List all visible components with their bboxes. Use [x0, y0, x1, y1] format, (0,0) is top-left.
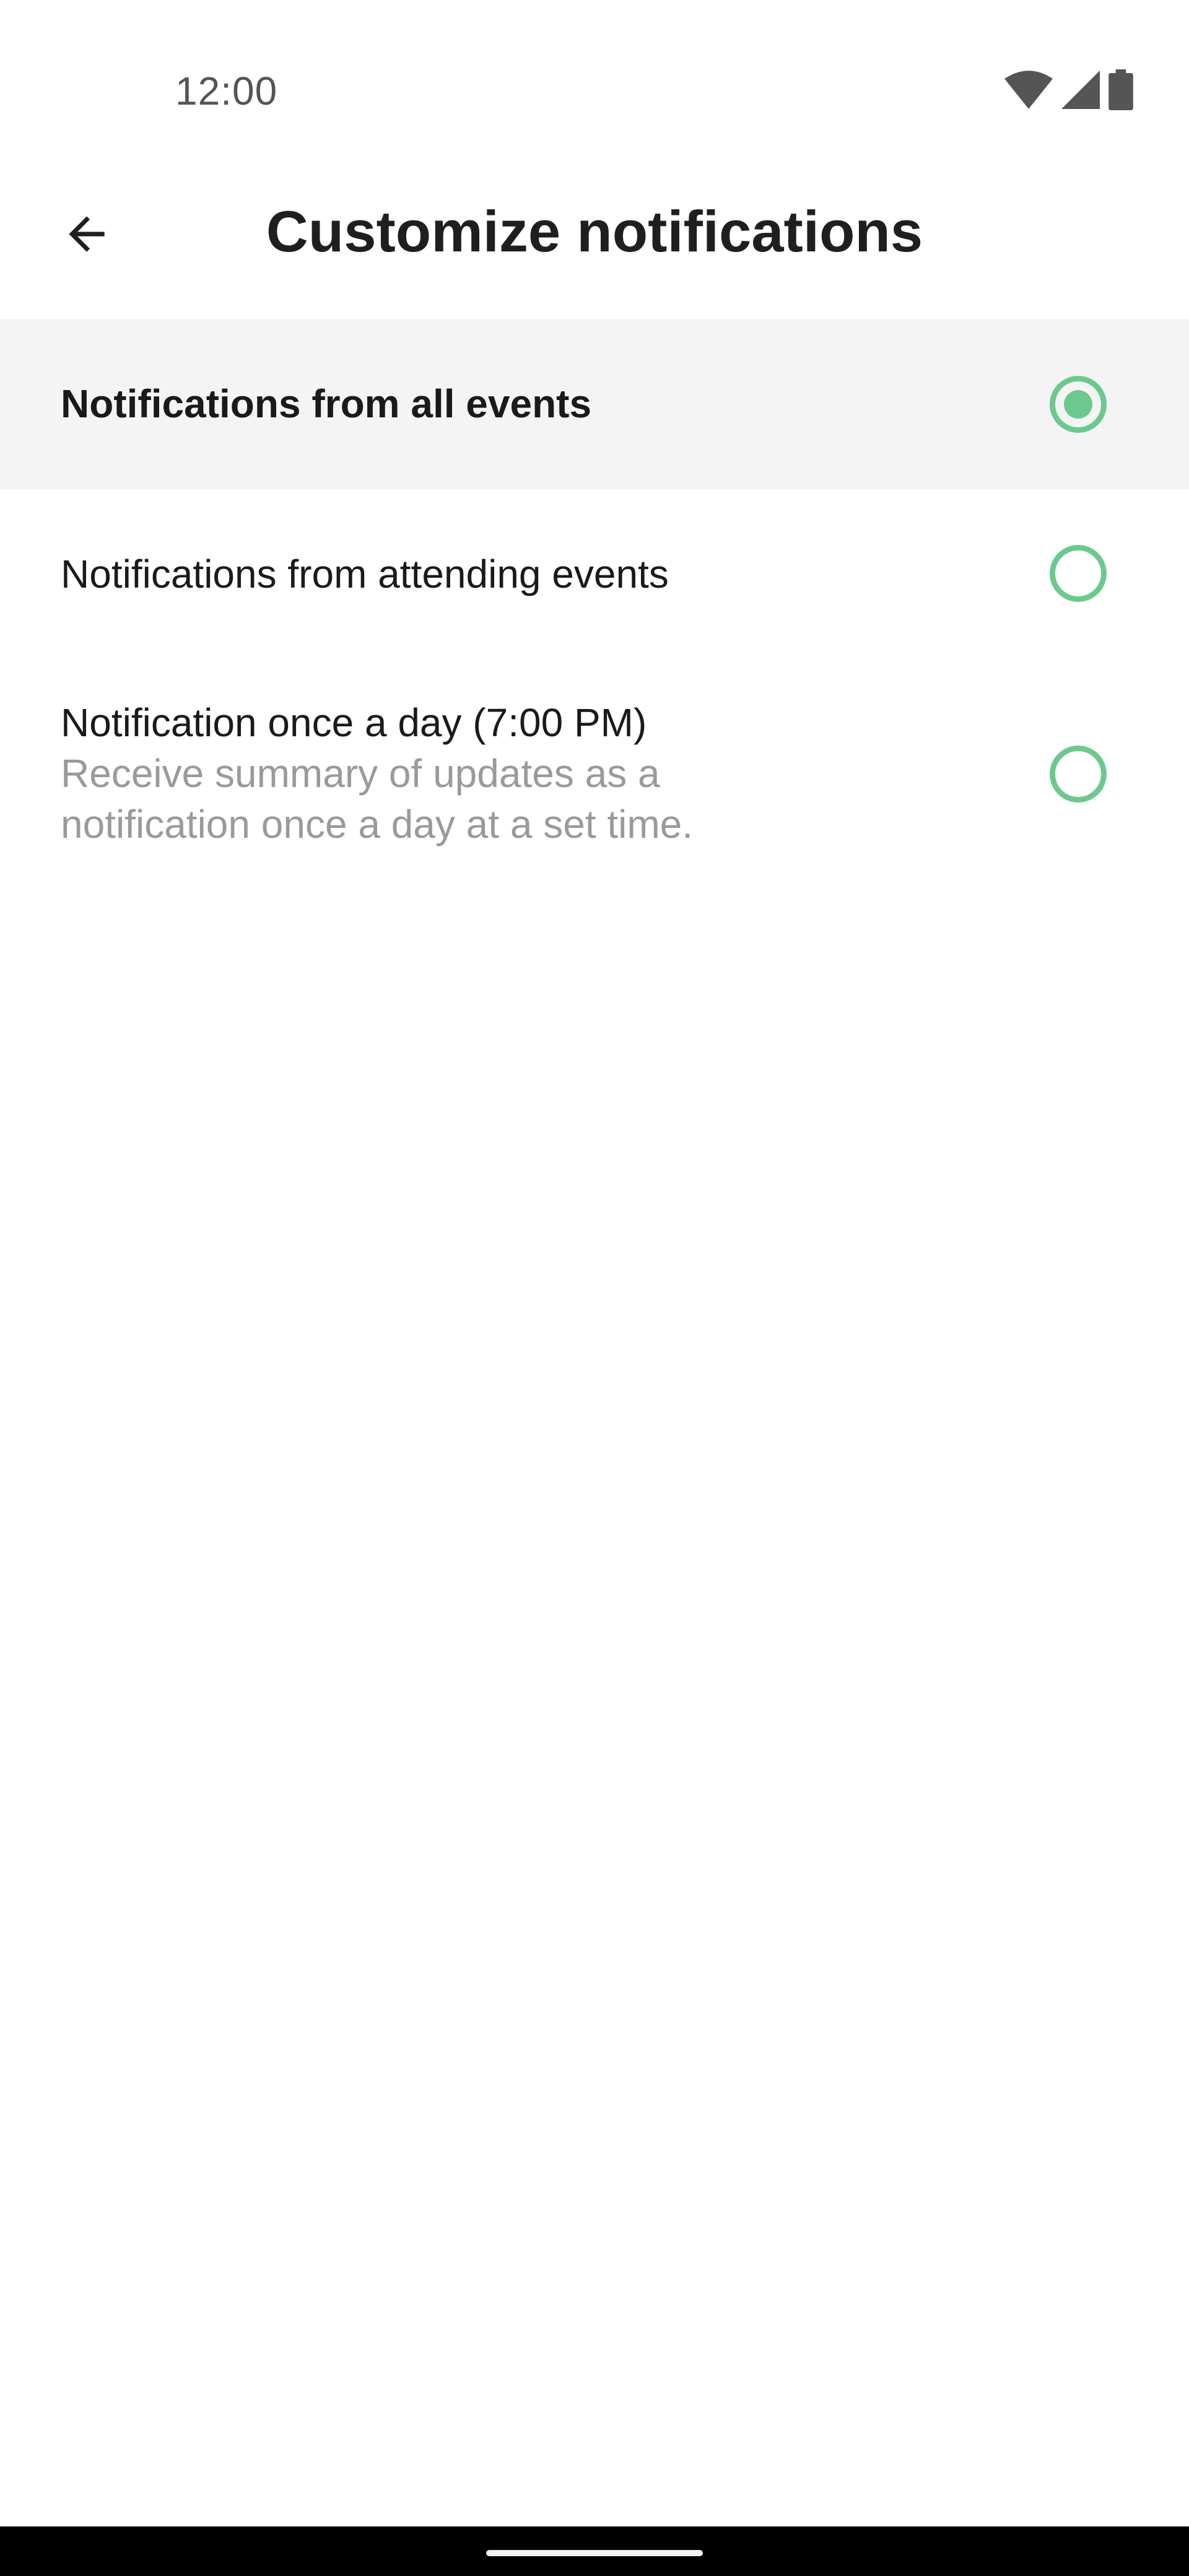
status-icons [1004, 68, 1133, 111]
page-title: Customize notifications [266, 199, 923, 264]
wifi-icon [1004, 71, 1053, 109]
option-all-events[interactable]: Notifications from all events [0, 319, 1189, 489]
battery-icon [1108, 69, 1133, 110]
status-time: 12:00 [175, 69, 278, 113]
cellular-signal-icon [1061, 71, 1100, 109]
home-gesture-handle[interactable] [486, 2550, 703, 2556]
radio-button[interactable] [1050, 746, 1107, 803]
screen: 12:00 Customize notifications Notificati… [0, 0, 1189, 2576]
option-once-a-day[interactable]: Notification once a day (7:00 PM) Receiv… [0, 656, 1189, 867]
navigation-bar [0, 2526, 1189, 2576]
radio-button[interactable] [1050, 545, 1107, 602]
radio-dot [1064, 390, 1092, 419]
option-description: Receive summary of updates as a notifica… [61, 751, 694, 846]
option-title: Notification once a day (7:00 PM) [61, 700, 647, 745]
option-title: Notifications from attending events [61, 552, 669, 596]
status-bar: 12:00 [0, 0, 1189, 161]
app-bar: Customize notifications [0, 161, 1189, 319]
option-title: Notifications from all events [61, 381, 592, 426]
option-attending-events[interactable]: Notifications from attending events [0, 489, 1189, 656]
radio-button-selected[interactable] [1050, 376, 1107, 433]
